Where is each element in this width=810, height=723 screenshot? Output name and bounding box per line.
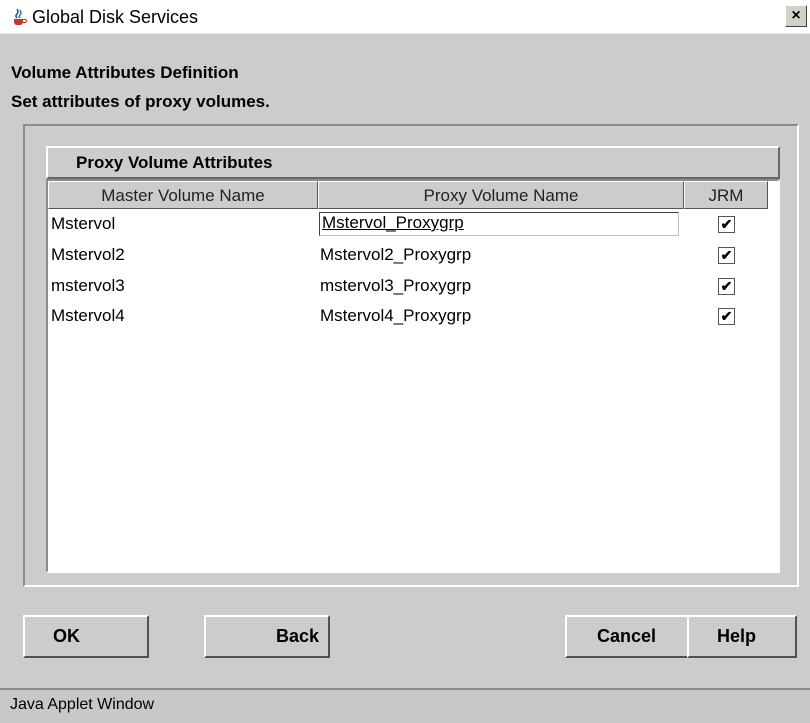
proxy-volume-cell[interactable]: Mstervol4_Proxygrp bbox=[320, 301, 471, 331]
column-header-master-volume[interactable]: Master Volume Name bbox=[48, 181, 318, 209]
group-title: Proxy Volume Attributes bbox=[76, 153, 273, 172]
proxy-volume-cell[interactable]: mstervol3_Proxygrp bbox=[320, 271, 471, 301]
table-row[interactable]: Mstervol2 Mstervol2_Proxygrp ✔ bbox=[48, 240, 778, 270]
jrm-checkbox[interactable]: ✔ bbox=[718, 216, 735, 233]
page-title: Volume Attributes Definition bbox=[11, 63, 239, 82]
title-bar: Global Disk Services × bbox=[0, 0, 810, 34]
back-button[interactable]: Back bbox=[204, 615, 330, 658]
proxy-volume-table[interactable]: Master Volume Name Proxy Volume Name JRM… bbox=[46, 179, 780, 573]
table-row[interactable]: Mstervol4 Mstervol4_Proxygrp ✔ bbox=[48, 301, 778, 331]
cancel-button[interactable]: Cancel bbox=[565, 615, 690, 658]
ok-button[interactable]: OK bbox=[23, 615, 149, 658]
group-header: Proxy Volume Attributes bbox=[46, 146, 780, 179]
window-title: Global Disk Services bbox=[32, 7, 199, 27]
master-volume-cell[interactable]: Mstervol bbox=[51, 209, 115, 239]
proxy-volume-input[interactable]: Mstervol_Proxygrp bbox=[319, 212, 679, 236]
proxy-volume-cell[interactable]: Mstervol2_Proxygrp bbox=[320, 240, 471, 270]
help-button[interactable]: Help bbox=[687, 615, 797, 658]
column-header-proxy-volume[interactable]: Proxy Volume Name bbox=[318, 181, 684, 209]
close-button[interactable]: × bbox=[785, 5, 807, 27]
master-volume-cell[interactable]: Mstervol4 bbox=[51, 301, 125, 331]
jrm-checkbox[interactable]: ✔ bbox=[718, 278, 735, 295]
java-cup-icon bbox=[14, 8, 27, 25]
status-bar: Java Applet Window bbox=[0, 688, 810, 723]
master-volume-cell[interactable]: mstervol3 bbox=[51, 271, 125, 301]
table-row[interactable]: Mstervol Mstervol_Proxygrp ✔ bbox=[48, 209, 778, 239]
column-header-jrm[interactable]: JRM bbox=[684, 181, 768, 209]
master-volume-cell[interactable]: Mstervol2 bbox=[51, 240, 125, 270]
jrm-checkbox[interactable]: ✔ bbox=[718, 247, 735, 264]
jrm-checkbox[interactable]: ✔ bbox=[718, 308, 735, 325]
page-subtitle: Set attributes of proxy volumes. bbox=[11, 92, 270, 111]
table-row[interactable]: mstervol3 mstervol3_Proxygrp ✔ bbox=[48, 271, 778, 301]
